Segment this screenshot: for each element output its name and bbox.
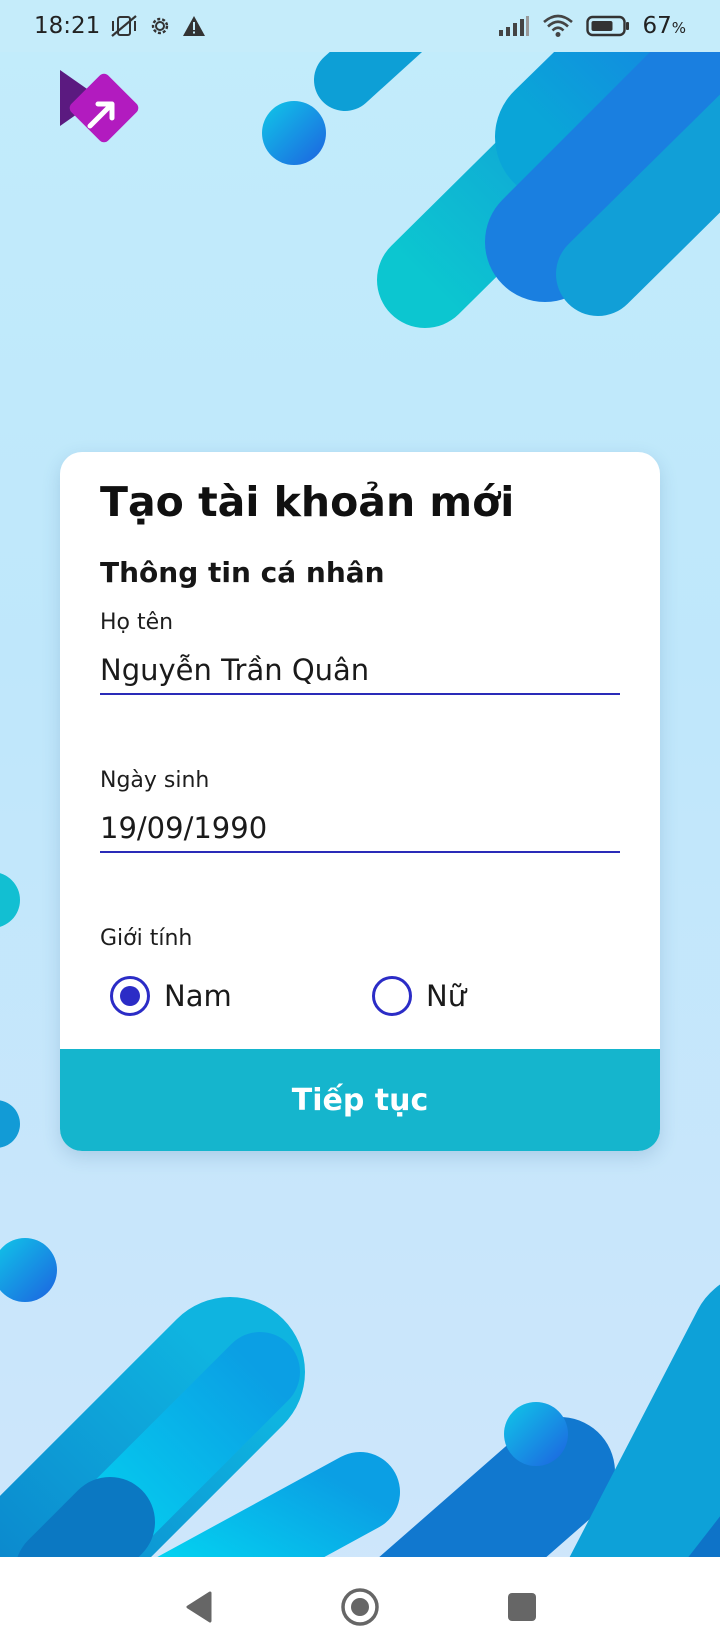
- birthdate-input[interactable]: [100, 805, 620, 853]
- recents-square-icon[interactable]: [500, 1585, 544, 1629]
- radio-checked-icon[interactable]: [110, 976, 150, 1016]
- registration-card: Tạo tài khoản mới Thông tin cá nhân Họ t…: [60, 452, 660, 1151]
- status-bar: 18:21 67%: [0, 0, 720, 52]
- home-circle-icon[interactable]: [338, 1585, 382, 1629]
- battery-percent: 67%: [642, 13, 686, 39]
- gender-option-female[interactable]: Nữ: [372, 976, 466, 1016]
- battery-icon: [586, 15, 630, 37]
- gender-option-label: Nữ: [426, 979, 467, 1013]
- status-time: 18:21: [34, 13, 101, 39]
- section-title: Thông tin cá nhân: [100, 556, 385, 589]
- continue-button[interactable]: Tiếp tục: [60, 1049, 660, 1151]
- vibrate-off-icon: [110, 14, 138, 38]
- back-triangle-icon[interactable]: [177, 1585, 221, 1629]
- birthdate-label: Ngày sinh: [100, 768, 210, 793]
- name-label: Họ tên: [100, 610, 174, 635]
- battery-unit: %: [671, 19, 686, 37]
- gender-option-male[interactable]: Nam: [110, 976, 232, 1016]
- name-input[interactable]: [100, 647, 620, 695]
- status-left: 18:21: [34, 13, 206, 39]
- app-logo-icon: [58, 68, 142, 148]
- signal-icon: [498, 15, 530, 37]
- gender-label: Giới tính: [100, 926, 193, 951]
- radio-unchecked-icon[interactable]: [372, 976, 412, 1016]
- gender-option-label: Nam: [164, 979, 232, 1013]
- status-right: 67%: [498, 13, 686, 39]
- settings-gear-icon: [148, 14, 172, 38]
- navigation-bar: [0, 1557, 720, 1650]
- wifi-icon: [542, 14, 574, 38]
- battery-value: 67: [642, 13, 672, 39]
- page-title: Tạo tài khoản mới: [100, 478, 515, 526]
- warning-icon: [182, 15, 206, 37]
